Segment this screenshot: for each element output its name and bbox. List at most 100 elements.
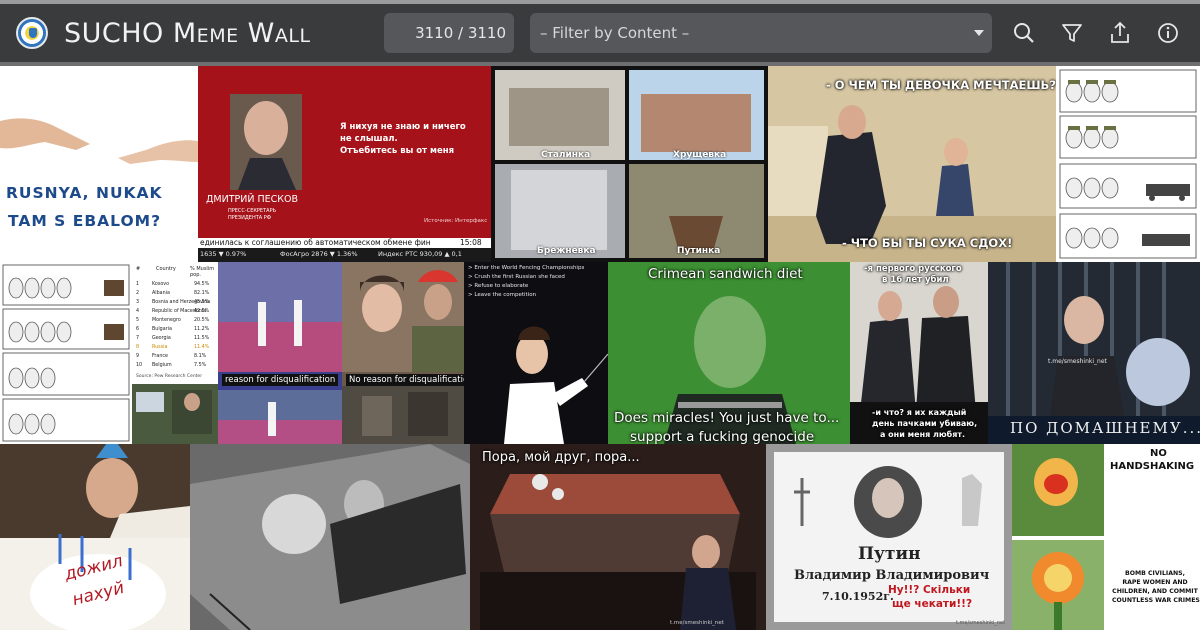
meme-tile-fencing-b[interactable]: No reason for disqualification <box>342 262 464 444</box>
info-icon[interactable] <box>1153 18 1183 48</box>
table-cell: 4 <box>136 309 140 314</box>
nohandshake-top-2: HANDSHAKING <box>1110 461 1195 472</box>
meme-tile-obituary[interactable]: Путин Владимир Владимирович 7.10.1952г. … <box>766 444 1012 630</box>
coffin-photo <box>190 444 470 630</box>
meme-tile-coffin[interactable] <box>190 444 470 630</box>
meme-tile-peskov[interactable]: Я нихуя не знаю и ничего не слышал. Отъе… <box>198 66 491 262</box>
top-bar: SUCHO Meme Wall 3110 / 3110 – Filter by … <box>0 0 1200 66</box>
sucho-logo[interactable] <box>16 17 48 49</box>
meme-tile-cake[interactable]: дожил нахуй <box>0 444 190 630</box>
nohandshake-bottom-line: CHILDREN, AND COMMIT <box>1112 588 1198 595</box>
search-icon[interactable] <box>1009 18 1039 48</box>
table-header-country: Country <box>156 266 176 272</box>
fencing-broadcast <box>218 262 342 444</box>
meme-tile-pora[interactable]: Пора, мой друг, пора... t.me/smeshinki_n… <box>470 444 766 630</box>
table-cell: 5 <box>136 318 140 323</box>
content-filter-select[interactable]: – Filter by Content – <box>530 13 992 53</box>
label-stalinka: Сталинка <box>541 150 591 160</box>
comic-strip-b <box>2 264 130 442</box>
meme-tile-nohandshake[interactable]: NO HANDSHAKING BOMB CIVILIANS, RAPE WOMEN… <box>1012 444 1200 630</box>
pora-watermark: t.me/smeshinki_net <box>670 620 724 626</box>
table-cell: Georgia <box>152 336 171 341</box>
kadyrov-bottom-3: а они меня любят. <box>880 430 966 439</box>
meme-tile-comic-a[interactable] <box>1056 66 1200 262</box>
table-cell: 10 <box>136 363 143 368</box>
obituary-watermark: t.me/smeshinki_net <box>956 620 1006 626</box>
kadyrov-bottom-2: день пачками убиваю, <box>872 419 978 428</box>
table-cell: Bulgaria <box>152 327 172 332</box>
rusnya-line2: TAM S EBALOM? <box>8 212 162 230</box>
peskov-photo <box>198 66 491 262</box>
table-cell: 1 <box>136 282 140 287</box>
meme-counter[interactable]: 3110 / 3110 <box>384 13 514 53</box>
table-cell: Kosovo <box>152 282 170 287</box>
chevron-down-icon <box>974 30 984 36</box>
pora-caption: Пора, мой друг, пора... <box>482 450 640 465</box>
meme-tile-fencing-c[interactable]: > Enter the World Fencing Championships >… <box>464 262 608 444</box>
table-header-pct: % Muslim pop. <box>190 266 215 278</box>
label-putinka: Путинка <box>677 246 721 256</box>
table-header-num: # <box>136 266 141 272</box>
nohandshake-bottom-line: COUNTLESS WAR CRIMES <box>1112 597 1200 604</box>
meme-tile-buildings[interactable]: Сталинка Хрущевка Брежневка Путинка <box>491 66 768 262</box>
table-cell: 7.5% <box>194 363 207 368</box>
hands-illustration <box>0 118 198 164</box>
fencer-photo <box>504 326 608 444</box>
meme-tile-kadyrov[interactable]: -я первого русского в 16 лет убил -и что… <box>850 262 988 444</box>
fencing-label-reason: reason for disqualification <box>222 374 339 386</box>
kadyrov-bottom-1: -и что? я их каждый <box>872 408 967 417</box>
meme-tile-fencing-a[interactable]: reason for disqualification <box>218 262 342 444</box>
comic-strip-a <box>1059 69 1197 259</box>
obituary-name: Путин <box>858 544 921 564</box>
buildings-collage <box>495 70 764 258</box>
prison-watermark: t.me/smeshinki_net <box>1048 358 1107 365</box>
table-cell: Montenegro <box>152 318 181 323</box>
filter-icon[interactable] <box>1057 18 1087 48</box>
girl-caption-bottom: - ЧТО БЫ ТЫ СУКА СДОХ! <box>842 236 1013 250</box>
peskov-role-1: ПРЕСС-СЕКРЕТАРЬ <box>228 208 277 214</box>
table-cell: 11.4% <box>194 345 210 350</box>
meme-tile-girl[interactable]: - О ЧЕМ ТЫ ДЕВОЧКА МЕЧТАЕШЬ? - ЧТО БЫ ТЫ… <box>768 66 1056 262</box>
peskov-quote-2: не слышал. <box>340 134 398 144</box>
greentext-line: > Refuse to elaborate <box>468 283 529 289</box>
peskov-ticker: единилась к соглашению об автоматическом… <box>200 238 431 247</box>
meme-tile-comic-b[interactable] <box>0 262 132 444</box>
kadyrov-top-2: в 16 лет убил <box>882 275 949 285</box>
mausoleum-photo <box>470 444 766 630</box>
peskov-stats-2: ФосАгро 2876 ▼ 1.36% <box>280 250 358 258</box>
table-cell: Belgium <box>152 363 172 368</box>
obituary-date: 7.10.1952г. <box>822 590 894 603</box>
meme-tile-rusnya[interactable]: RUSNYA, NUKAK TAM S EBALOM? <box>0 66 198 262</box>
table-cell: France <box>152 354 168 359</box>
nohandshake-bottom-line: RAPE WOMEN AND <box>1122 579 1188 586</box>
navalny-caption-bottom-1: Does miracles! You just have to... <box>614 410 840 426</box>
peskov-source: Источник: Интерфакс <box>424 218 488 224</box>
cuphead-flower-art <box>1012 444 1104 630</box>
obituary-question-1: Ну!!? Скільки <box>888 584 971 596</box>
obituary-patronymic: Владимир Владимирович <box>794 568 990 583</box>
obituary-question-2: ще чекати!!? <box>892 598 973 610</box>
upload-icon[interactable] <box>1105 18 1135 48</box>
label-brezhnevka: Брежневка <box>537 246 596 256</box>
table-footer: Source: Pew Research Center <box>136 374 203 379</box>
table-cell: 11.5% <box>194 336 210 341</box>
table-cell: 20.5% <box>194 318 210 323</box>
girl-caption-top: - О ЧЕМ ТЫ ДЕВОЧКА МЕЧТАЕШЬ? <box>826 78 1056 92</box>
peskov-quote-1: Я нихуя не знаю и ничего <box>340 122 466 132</box>
meme-tile-table[interactable]: # Country % Muslim pop. 1 Kosovo 94.5% 2 Alb… <box>132 262 218 444</box>
table-cell: 8 <box>136 345 140 350</box>
meme-tile-navalny[interactable]: Crimean sandwich diet Does miracles! You… <box>608 262 850 444</box>
table-cell: 2 <box>136 291 140 296</box>
table-cell: 82.1% <box>194 291 210 296</box>
kadyrov-top-1: -я первого русского <box>864 264 962 274</box>
nohandshake-bottom-line: BOMB CIVILIANS, <box>1125 570 1185 577</box>
app-title: SUCHO Meme Wall <box>64 18 311 49</box>
table-cell: 3 <box>136 300 140 305</box>
table-cell: 42.5% <box>194 309 210 314</box>
soldiers-computer-photo <box>132 384 218 444</box>
fencing-label-noreason: No reason for disqualification <box>346 374 464 386</box>
peskov-stats-3: Индекс РТС 930,09 ▲ 0,1 <box>378 250 462 258</box>
navalny-caption-bottom-2: support a fucking genocide <box>630 429 815 444</box>
meme-tile-prison[interactable]: t.me/smeshinki_net ПО ДОМАШНЕМУ... <box>988 262 1200 444</box>
putin-prison-photo <box>988 262 1200 444</box>
